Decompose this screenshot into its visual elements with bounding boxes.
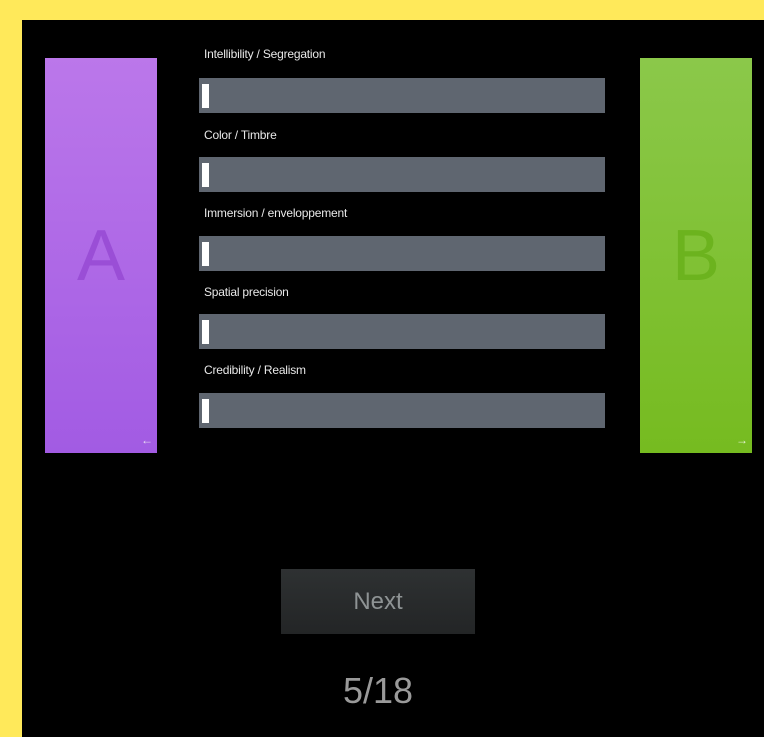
test-stage: A ← B → Intellibility / Segregation Colo… <box>22 20 764 737</box>
criterion-label-spatial-precision: Spatial precision <box>204 285 289 299</box>
slider-timbre[interactable] <box>199 157 605 192</box>
next-button[interactable]: Next <box>281 569 475 634</box>
option-a-letter: A <box>76 215 126 296</box>
slider-thumb[interactable] <box>202 242 209 266</box>
option-a-button[interactable]: A ← <box>45 58 157 453</box>
criterion-label-intelligibility: Intellibility / Segregation <box>204 47 326 61</box>
criterion-label-immersion: Immersion / enveloppement <box>204 206 348 220</box>
slider-thumb[interactable] <box>202 320 209 344</box>
progress-counter: 5/18 <box>342 670 414 711</box>
left-arrow-icon: ← <box>141 433 153 447</box>
slider-immersion[interactable] <box>199 236 605 271</box>
slider-thumb[interactable] <box>202 163 209 187</box>
slider-spatial-precision[interactable] <box>199 314 605 349</box>
right-arrow-icon: → <box>736 433 748 447</box>
criterion-label-credibility: Credibility / Realism <box>204 363 306 377</box>
slider-intelligibility[interactable] <box>199 78 605 113</box>
criterion-label-timbre: Color / Timbre <box>204 128 277 142</box>
slider-thumb[interactable] <box>202 399 209 423</box>
slider-credibility[interactable] <box>199 393 605 428</box>
slider-thumb[interactable] <box>202 84 209 108</box>
option-b-button[interactable]: B → <box>640 58 752 453</box>
option-b-letter: B <box>671 215 721 296</box>
